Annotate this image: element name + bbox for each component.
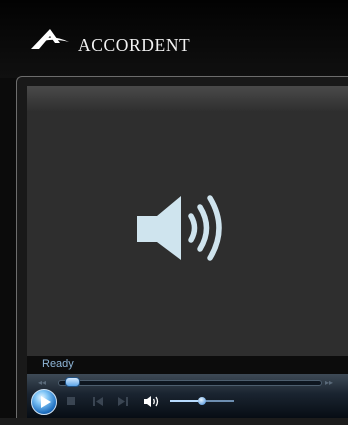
stop-icon[interactable] [67, 397, 75, 405]
speaker-volume-icon [137, 195, 222, 261]
next-icon[interactable] [117, 397, 129, 406]
play-button[interactable] [31, 389, 57, 415]
volume-icon[interactable] [144, 395, 160, 408]
volume-thumb[interactable] [198, 397, 206, 405]
accordent-a-logo-icon [31, 29, 69, 49]
brand-name: ACCORDENT [78, 35, 191, 55]
status-bar [27, 356, 348, 374]
status-text: Ready [42, 358, 74, 370]
rewind-indicator[interactable]: ◂◂ [38, 378, 46, 387]
video-title-bar [27, 86, 348, 112]
seek-bar[interactable] [58, 380, 322, 386]
bottom-strip [0, 418, 348, 425]
previous-icon[interactable] [92, 397, 104, 406]
forward-indicator[interactable]: ▸▸ [325, 378, 333, 387]
seek-thumb[interactable] [65, 377, 81, 387]
